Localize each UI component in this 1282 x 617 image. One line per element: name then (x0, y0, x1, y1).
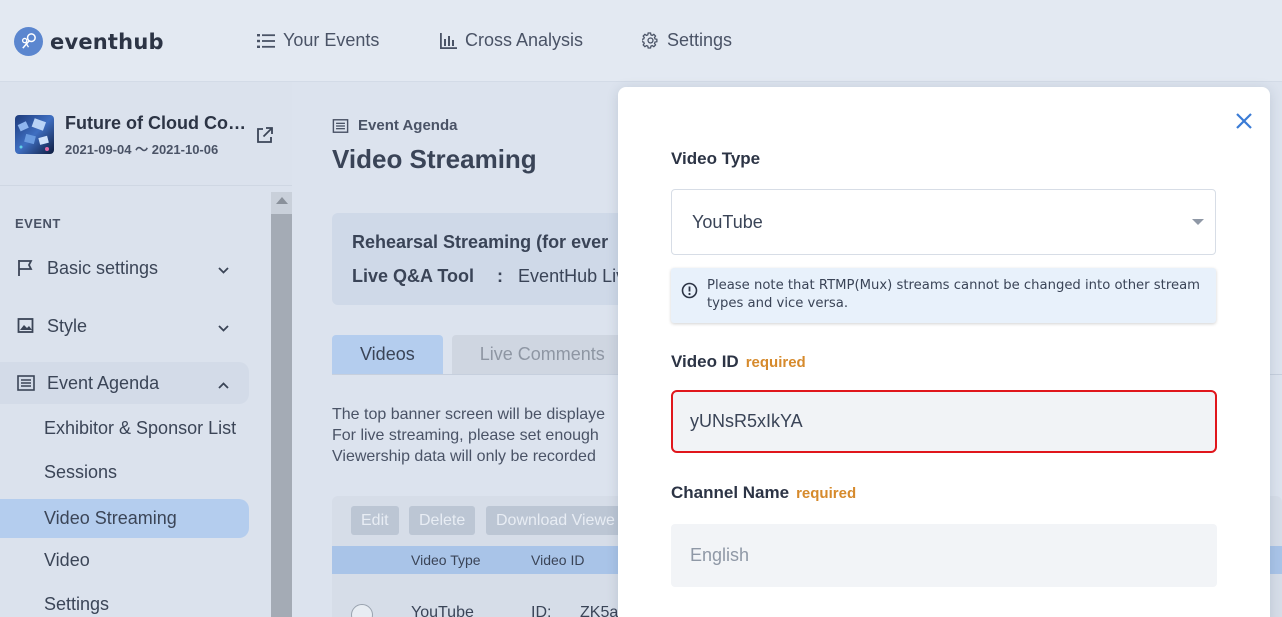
logo[interactable]: eventhub (14, 27, 164, 56)
breadcrumb-label: Event Agenda (358, 117, 458, 134)
description-text: The top banner screen will be displaye F… (332, 404, 605, 467)
video-settings-modal: Video Type YouTube Please note that RTMP… (618, 87, 1270, 617)
channel-name-input[interactable]: English (671, 524, 1217, 587)
top-nav-bar: eventhub Your Events Cross Analysis Sett… (0, 0, 1282, 82)
sidebar-subitem-video[interactable]: Video (0, 541, 249, 580)
sidebar-item-label: Style (47, 315, 88, 336)
live-qa-separator: : (497, 266, 504, 286)
live-qa-line: Live Q&A Tool : EventHub Liv (352, 266, 625, 287)
logo-icon (14, 27, 43, 56)
channel-name-label-text: Channel Name (671, 483, 790, 502)
brand-name: eventhub (50, 29, 164, 54)
video-type-select[interactable]: YouTube (671, 189, 1216, 255)
nav-your-events[interactable]: Your Events (257, 30, 379, 51)
sidebar-section-label: EVENT (15, 216, 61, 231)
sidebar-subitem-exhibitor-sponsor[interactable]: Exhibitor & Sponsor List (0, 409, 249, 448)
nav-cross-analysis-label: Cross Analysis (465, 30, 584, 50)
event-title: Future of Cloud Co… (65, 113, 246, 133)
video-id-label-text: Video ID (671, 352, 739, 371)
required-badge: required (745, 354, 806, 371)
rehearsal-streaming-label: Rehearsal Streaming (for ever (352, 232, 609, 252)
bar-chart-icon (440, 32, 457, 49)
video-type-selected-value: YouTube (692, 212, 763, 232)
flag-icon (17, 259, 35, 282)
video-id-value: yUNsR5xIkYA (690, 411, 803, 431)
download-viewers-button[interactable]: Download Viewe (486, 506, 626, 535)
description-line: For live streaming, please set enough (332, 427, 599, 444)
external-link-icon[interactable] (256, 126, 274, 149)
sidebar-item-label: Event Agenda (47, 372, 160, 393)
close-icon[interactable] (1234, 111, 1254, 131)
tab-videos[interactable]: Videos (332, 335, 443, 374)
breadcrumb: Event Agenda (332, 117, 457, 134)
video-type-label: Video Type (671, 149, 761, 168)
nav-settings-label: Settings (667, 30, 733, 50)
scroll-up-arrow-icon[interactable] (276, 197, 288, 204)
nav-your-events-label: Your Events (283, 30, 380, 50)
sidebar: Future of Cloud Co… 2021-09-04 ～ 2021-10… (0, 82, 292, 617)
agenda-icon (17, 374, 35, 397)
nav-settings[interactable]: Settings (642, 30, 732, 51)
description-line: The top banner screen will be displaye (332, 406, 606, 423)
sidebar-subitem-sessions[interactable]: Sessions (0, 453, 249, 492)
live-qa-label: Live Q&A Tool (352, 266, 475, 286)
sidebar-subitem-video-streaming[interactable]: Video Streaming (0, 499, 249, 538)
nav-cross-analysis[interactable]: Cross Analysis (440, 30, 583, 51)
caret-down-icon (1192, 219, 1204, 225)
live-qa-value: EventHub Liv (518, 266, 626, 286)
row-video-id-prefix: ID: (531, 604, 552, 617)
channel-name-placeholder: English (690, 545, 750, 565)
list-icon (257, 33, 275, 48)
chevron-up-icon (217, 376, 230, 397)
rehearsal-streaming-line: Rehearsal Streaming (for ever (352, 232, 608, 253)
column-header-video-id: Video ID (531, 552, 585, 568)
agenda-icon (332, 118, 349, 133)
video-id-input[interactable]: yUNsR5xIkYA (671, 390, 1217, 453)
video-id-label: Video ID required (671, 352, 806, 372)
event-dates: 2021-09-04 ～ 2021-10-06 (65, 142, 219, 157)
row-video-type: YouTube (411, 604, 474, 617)
sidebar-item-label: Basic settings (47, 257, 159, 278)
event-thumbnail (15, 115, 54, 154)
rtmp-notice-text: Please note that RTMP(Mux) streams canno… (707, 278, 1200, 311)
row-select-radio[interactable] (351, 604, 373, 617)
gear-icon (642, 32, 658, 49)
edit-button[interactable]: Edit (351, 506, 399, 535)
column-header-video-type: Video Type (411, 552, 481, 568)
tab-live-comments[interactable]: Live Comments (451, 335, 633, 374)
sidebar-item-basic-settings[interactable]: Basic settings (0, 247, 249, 289)
rtmp-notice: Please note that RTMP(Mux) streams canno… (671, 268, 1216, 323)
event-header: Future of Cloud Co… 2021-09-04 ～ 2021-10… (0, 82, 292, 186)
sidebar-item-style[interactable]: Style (0, 305, 249, 347)
page-title: Video Streaming (332, 144, 537, 174)
chevron-down-icon (217, 261, 230, 282)
channel-name-label: Channel Name required (671, 483, 856, 503)
image-icon (17, 317, 35, 340)
delete-button[interactable]: Delete (409, 506, 476, 535)
tab-bar: Videos Live Comments (332, 335, 642, 374)
info-icon (681, 282, 698, 304)
description-line: Viewership data will only be recorded (332, 448, 596, 465)
sidebar-item-event-agenda[interactable]: Event Agenda (0, 362, 249, 404)
sidebar-scrollbar-thumb[interactable] (271, 214, 292, 617)
required-badge: required (796, 485, 857, 502)
row-video-id: ZK5a (580, 604, 619, 617)
chevron-down-icon (217, 319, 230, 340)
sidebar-subitem-settings[interactable]: Settings (0, 585, 249, 617)
